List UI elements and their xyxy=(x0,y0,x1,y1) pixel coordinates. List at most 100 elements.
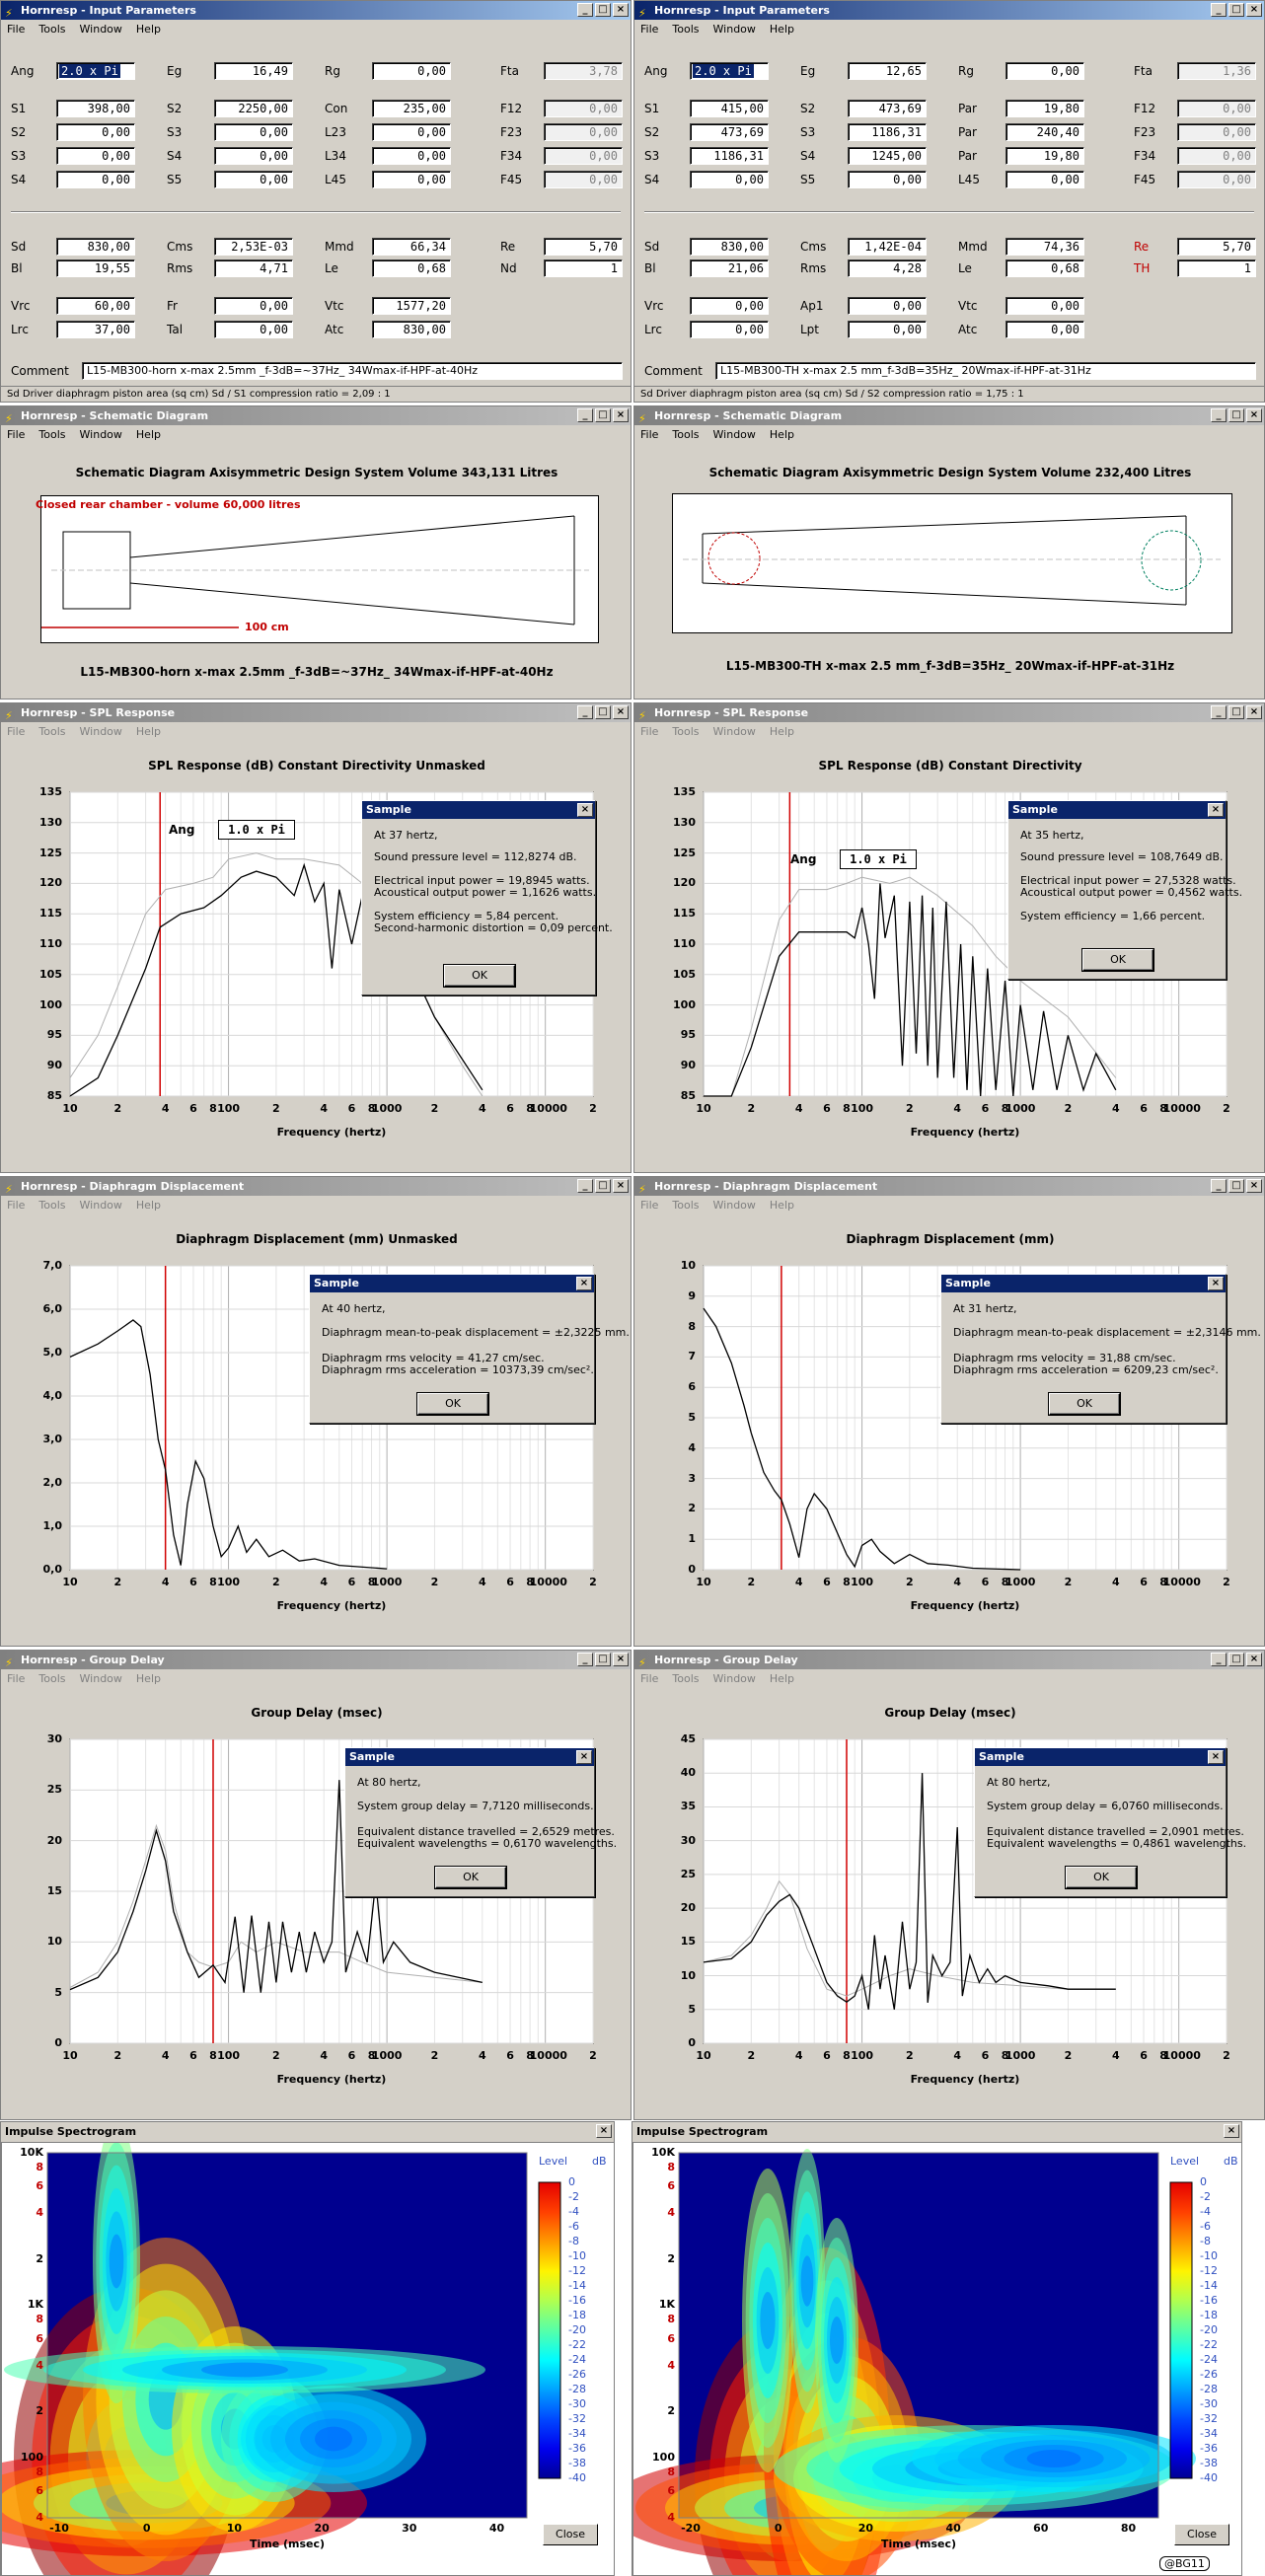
menu-help[interactable]: Help xyxy=(770,20,794,38)
close-icon[interactable]: × xyxy=(576,1277,592,1290)
param-field[interactable]: 0,00 xyxy=(1177,123,1256,141)
param-field[interactable]: 0,00 xyxy=(544,123,623,141)
menu-window[interactable]: Window xyxy=(713,425,756,444)
param-field[interactable]: 1186,31 xyxy=(848,123,927,141)
minimize-button[interactable]: _ xyxy=(1211,408,1227,422)
param-field[interactable]: 0,00 xyxy=(214,171,293,188)
ok-button[interactable]: OK xyxy=(434,1866,507,1889)
spectrogram-titlebar-left[interactable]: Impulse Spectrogram × xyxy=(1,2122,614,2141)
param-field[interactable]: 0,00 xyxy=(690,297,769,315)
param-field[interactable]: 0,00 xyxy=(1005,321,1084,338)
param-field[interactable]: 2.0 x Pi xyxy=(56,62,135,80)
param-field[interactable]: 0,00 xyxy=(56,171,135,188)
param-field[interactable]: 0,00 xyxy=(1005,297,1084,315)
close-icon[interactable]: × xyxy=(1208,803,1224,817)
spectrogram-titlebar-right[interactable]: Impulse Spectrogram × xyxy=(632,2122,1241,2141)
minimize-button[interactable]: _ xyxy=(1211,3,1227,17)
schematic-titlebar-right[interactable]: ⚡ Hornresp - Schematic Diagram _ □ × xyxy=(634,406,1264,425)
close-button[interactable]: × xyxy=(596,2124,612,2138)
param-field[interactable]: 19,80 xyxy=(1005,100,1084,117)
param-field[interactable]: 5,70 xyxy=(544,238,623,256)
comment-field[interactable]: L15-MB300-TH x-max 2.5 mm_f-3dB=35Hz_ 20… xyxy=(715,362,1256,380)
menu-help[interactable]: Help xyxy=(770,425,794,444)
param-field[interactable]: 4,71 xyxy=(214,259,293,277)
maximize-button[interactable]: □ xyxy=(1228,3,1244,17)
minimize-button[interactable]: _ xyxy=(577,408,593,422)
param-field[interactable]: 60,00 xyxy=(56,297,135,315)
param-field[interactable]: 0,00 xyxy=(848,171,927,188)
param-field[interactable]: 0,00 xyxy=(56,147,135,165)
param-field[interactable]: 0,00 xyxy=(214,297,293,315)
param-field[interactable]: 0,00 xyxy=(1005,171,1084,188)
maximize-button[interactable]: □ xyxy=(595,408,611,422)
param-field[interactable]: 1245,00 xyxy=(848,147,927,165)
param-field[interactable]: 0,00 xyxy=(544,171,623,188)
param-field[interactable]: 473,69 xyxy=(690,123,769,141)
dialog-titlebar[interactable]: Sample × xyxy=(310,1275,594,1292)
param-field[interactable]: 74,36 xyxy=(1005,238,1084,256)
param-field[interactable]: 0,00 xyxy=(1177,100,1256,117)
param-field[interactable]: 1,42E-04 xyxy=(848,238,927,256)
param-field[interactable]: 16,49 xyxy=(214,62,293,80)
dialog-titlebar[interactable]: Sample × xyxy=(975,1748,1226,1766)
param-field[interactable]: 0,00 xyxy=(544,100,623,117)
maximize-button[interactable]: □ xyxy=(1228,408,1244,422)
ok-button[interactable]: OK xyxy=(443,964,516,988)
param-field[interactable]: 0,00 xyxy=(372,171,451,188)
ok-button[interactable]: OK xyxy=(1081,948,1154,972)
param-field[interactable]: 2.0 x Pi xyxy=(690,62,769,80)
param-field[interactable]: 415,00 xyxy=(690,100,769,117)
menu-tools[interactable]: Tools xyxy=(38,20,65,38)
menu-window[interactable]: Window xyxy=(713,20,756,38)
param-field[interactable]: 0,68 xyxy=(1005,259,1084,277)
param-field[interactable]: 398,00 xyxy=(56,100,135,117)
param-field[interactable]: 830,00 xyxy=(372,321,451,338)
param-field[interactable]: 0,00 xyxy=(372,123,451,141)
ok-button[interactable]: OK xyxy=(1048,1392,1121,1416)
comment-field[interactable]: L15-MB300-horn x-max 2.5mm _f-3dB=~37Hz_… xyxy=(82,362,623,380)
dialog-titlebar[interactable]: Sample × xyxy=(1008,801,1226,819)
close-button[interactable]: × xyxy=(1224,2124,1239,2138)
close-button[interactable]: Close xyxy=(1174,2524,1229,2545)
param-field[interactable]: 830,00 xyxy=(56,238,135,256)
close-button[interactable]: × xyxy=(613,3,629,17)
param-field[interactable]: 0,00 xyxy=(1005,62,1084,80)
param-field[interactable]: 1186,31 xyxy=(690,147,769,165)
input-titlebar-left[interactable]: ⚡ Hornresp - Input Parameters _ □ × xyxy=(1,1,631,20)
param-field[interactable]: 0,00 xyxy=(848,321,927,338)
param-field[interactable]: 0,00 xyxy=(214,321,293,338)
menu-help[interactable]: Help xyxy=(136,20,161,38)
param-field[interactable]: 0,00 xyxy=(214,123,293,141)
param-field[interactable]: 37,00 xyxy=(56,321,135,338)
menu-window[interactable]: Window xyxy=(80,425,122,444)
param-field[interactable]: 2,53E-03 xyxy=(214,238,293,256)
param-field[interactable]: 0,68 xyxy=(372,259,451,277)
param-field[interactable]: 1577,20 xyxy=(372,297,451,315)
close-icon[interactable]: × xyxy=(1208,1750,1224,1764)
param-field[interactable]: 3,78 xyxy=(544,62,623,80)
schematic-titlebar-left[interactable]: ⚡ Hornresp - Schematic Diagram _ □ × xyxy=(1,406,631,425)
param-field[interactable]: 0,00 xyxy=(690,321,769,338)
param-field[interactable]: 0,00 xyxy=(372,62,451,80)
param-field[interactable]: 0,00 xyxy=(56,123,135,141)
close-icon[interactable]: × xyxy=(577,803,593,817)
param-field[interactable]: 0,00 xyxy=(1177,147,1256,165)
param-field[interactable]: 2250,00 xyxy=(214,100,293,117)
param-field[interactable]: 0,00 xyxy=(544,147,623,165)
minimize-button[interactable]: _ xyxy=(577,3,593,17)
close-icon[interactable]: × xyxy=(576,1750,592,1764)
param-field[interactable]: 1 xyxy=(1177,259,1256,277)
dialog-titlebar[interactable]: Sample × xyxy=(941,1275,1226,1292)
menu-help[interactable]: Help xyxy=(136,425,161,444)
menu-window[interactable]: Window xyxy=(80,20,122,38)
param-field[interactable]: 235,00 xyxy=(372,100,451,117)
input-titlebar-right[interactable]: ⚡ Hornresp - Input Parameters _ □ × xyxy=(634,1,1264,20)
param-field[interactable]: 19,55 xyxy=(56,259,135,277)
menu-tools[interactable]: Tools xyxy=(672,425,699,444)
param-field[interactable]: 21,06 xyxy=(690,259,769,277)
param-field[interactable]: 0,00 xyxy=(372,147,451,165)
param-field[interactable]: 4,28 xyxy=(848,259,927,277)
param-field[interactable]: 830,00 xyxy=(690,238,769,256)
ok-button[interactable]: OK xyxy=(416,1392,489,1416)
dialog-titlebar[interactable]: Sample × xyxy=(362,801,595,819)
